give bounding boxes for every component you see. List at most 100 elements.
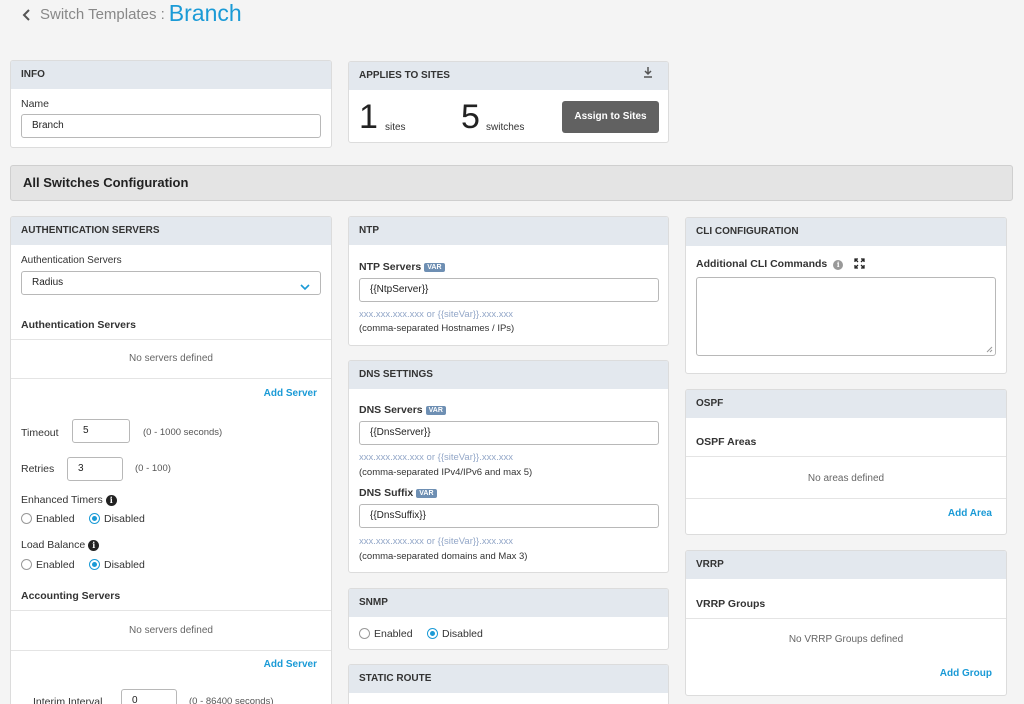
load-balance-enabled-option[interactable]: Enabled bbox=[21, 559, 75, 571]
cli-commands-text: Additional CLI Commands bbox=[696, 258, 828, 270]
enhanced-timers-text: Enhanced Timers bbox=[21, 494, 103, 506]
interim-interval-hint: (0 - 86400 seconds) bbox=[189, 696, 274, 704]
vrrp-panel: VRRP VRRP Groups No VRRP Groups defined … bbox=[685, 550, 1007, 696]
divider bbox=[11, 378, 331, 379]
radio-icon[interactable] bbox=[21, 559, 32, 570]
name-field[interactable]: Branch bbox=[21, 114, 321, 138]
dns-suffix-hint: xxx.xxx.xxx.xxx or {{siteVar}}.xxx.xxx bbox=[359, 536, 513, 547]
resize-handle-icon[interactable] bbox=[986, 346, 993, 353]
enabled-text: Enabled bbox=[36, 559, 75, 571]
chevron-down-icon bbox=[300, 278, 310, 300]
dns-suffix-field[interactable]: {{DnsSuffix}} bbox=[359, 504, 659, 528]
cli-panel-title: CLI CONFIGURATION bbox=[686, 218, 1006, 246]
var-badge: VAR bbox=[416, 489, 437, 498]
dns-suffix-note: (comma-separated domains and Max 3) bbox=[359, 551, 528, 562]
accounting-servers-heading: Accounting Servers bbox=[21, 590, 121, 602]
applies-panel-title: APPLIES TO SITES bbox=[349, 62, 668, 90]
applies-title-text: APPLIES TO SITES bbox=[359, 70, 450, 81]
dns-servers-text: DNS Servers bbox=[359, 404, 423, 416]
disabled-text: Disabled bbox=[442, 628, 483, 640]
name-label: Name bbox=[21, 98, 50, 110]
cli-commands-textarea[interactable] bbox=[696, 277, 996, 356]
expand-icon[interactable] bbox=[854, 258, 865, 272]
interim-interval-label: Interim Interval bbox=[33, 696, 103, 704]
snmp-panel: SNMP Enabled Disabled bbox=[348, 588, 669, 650]
add-accounting-server-link[interactable]: Add Server bbox=[264, 659, 317, 670]
ntp-servers-label: NTP Servers VAR bbox=[359, 261, 445, 273]
divider bbox=[11, 610, 331, 611]
switches-label: switches bbox=[486, 122, 525, 133]
sites-label: sites bbox=[385, 122, 406, 133]
ntp-servers-field[interactable]: {{NtpServer}} bbox=[359, 278, 659, 302]
ntp-note: (comma-separated Hostnames / IPs) bbox=[359, 323, 515, 334]
timeout-hint: (0 - 1000 seconds) bbox=[143, 427, 223, 438]
page-title: Branch bbox=[168, 0, 242, 26]
radio-selected-icon[interactable] bbox=[89, 513, 100, 524]
enabled-text: Enabled bbox=[374, 628, 413, 640]
ospf-panel: OSPF OSPF Areas No areas defined Add Are… bbox=[685, 389, 1007, 535]
enhanced-timers-disabled-option[interactable]: Disabled bbox=[89, 513, 145, 525]
chevron-left-icon[interactable] bbox=[22, 8, 32, 26]
vrrp-groups-heading: VRRP Groups bbox=[696, 598, 766, 610]
var-badge: VAR bbox=[425, 406, 446, 415]
auth-servers-heading: Authentication Servers bbox=[21, 319, 136, 331]
enabled-text: Enabled bbox=[36, 513, 75, 525]
divider bbox=[686, 618, 1006, 619]
dns-suffix-text: DNS Suffix bbox=[359, 487, 414, 499]
download-icon[interactable] bbox=[643, 62, 653, 90]
dns-servers-label: DNS Servers VAR bbox=[359, 404, 446, 416]
ospf-areas-heading: OSPF Areas bbox=[696, 436, 757, 448]
divider bbox=[11, 339, 331, 340]
radio-selected-icon[interactable] bbox=[427, 628, 438, 639]
divider bbox=[11, 650, 331, 651]
enhanced-timers-enabled-option[interactable]: Enabled bbox=[21, 513, 75, 525]
retries-label: Retries bbox=[21, 463, 55, 475]
add-group-link[interactable]: Add Group bbox=[940, 668, 992, 679]
interim-interval-field[interactable]: 0 bbox=[121, 689, 177, 704]
switches-count: 5 bbox=[461, 98, 480, 136]
no-servers-text: No servers defined bbox=[129, 353, 213, 364]
vrrp-panel-title: VRRP bbox=[686, 551, 1006, 579]
var-badge: VAR bbox=[424, 263, 445, 272]
ospf-panel-title: OSPF bbox=[686, 390, 1006, 418]
timeout-label: Timeout bbox=[21, 427, 59, 439]
load-balance-disabled-option[interactable]: Disabled bbox=[89, 559, 145, 571]
retries-field[interactable]: 3 bbox=[67, 457, 123, 481]
radio-icon[interactable] bbox=[359, 628, 370, 639]
no-areas-text: No areas defined bbox=[807, 473, 885, 484]
static-route-panel-title: STATIC ROUTE bbox=[349, 665, 668, 693]
auth-type-select[interactable]: Radius bbox=[21, 271, 321, 295]
all-switches-configuration-header: All Switches Configuration bbox=[10, 165, 1013, 201]
info-icon[interactable]: i bbox=[833, 260, 844, 270]
radio-selected-icon[interactable] bbox=[89, 559, 100, 570]
info-icon[interactable]: i bbox=[88, 540, 100, 551]
ntp-panel-title: NTP bbox=[349, 217, 668, 245]
assign-to-sites-button[interactable]: Assign to Sites bbox=[562, 101, 659, 133]
disabled-text: Disabled bbox=[104, 559, 145, 571]
applies-to-sites-panel: APPLIES TO SITES 1 sites 5 switches Assi… bbox=[348, 61, 669, 143]
retries-hint: (0 - 100) bbox=[135, 463, 171, 474]
disabled-text: Disabled bbox=[104, 513, 145, 525]
cli-configuration-panel: CLI CONFIGURATION Additional CLI Command… bbox=[685, 217, 1007, 374]
load-balance-label: Load Balance i bbox=[21, 539, 100, 551]
ntp-hint: xxx.xxx.xxx.xxx or {{siteVar}}.xxx.xxx bbox=[359, 309, 513, 320]
radio-icon[interactable] bbox=[21, 513, 32, 524]
breadcrumb[interactable]: Switch Templates : bbox=[40, 6, 165, 23]
dns-panel-title: DNS SETTINGS bbox=[349, 361, 668, 389]
timeout-field[interactable]: 5 bbox=[72, 419, 130, 443]
info-icon[interactable]: i bbox=[105, 495, 117, 506]
dns-servers-field[interactable]: {{DnsServer}} bbox=[359, 421, 659, 445]
acc-no-servers-text: No servers defined bbox=[129, 625, 213, 636]
no-vrrp-groups-text: No VRRP Groups defined bbox=[788, 634, 904, 645]
ntp-panel: NTP NTP Servers VAR {{NtpServer}} xxx.xxx… bbox=[348, 216, 669, 346]
snmp-disabled-option[interactable]: Disabled bbox=[427, 628, 483, 640]
ntp-servers-text: NTP Servers bbox=[359, 261, 422, 273]
add-auth-server-link[interactable]: Add Server bbox=[264, 388, 317, 399]
auth-type-value: Radius bbox=[32, 277, 64, 288]
divider bbox=[686, 498, 1006, 499]
cli-commands-label: Additional CLI Commands i bbox=[696, 258, 865, 272]
add-area-link[interactable]: Add Area bbox=[948, 508, 992, 519]
dns-settings-panel: DNS SETTINGS DNS Servers VAR {{DnsServer}… bbox=[348, 360, 669, 573]
snmp-enabled-option[interactable]: Enabled bbox=[359, 628, 413, 640]
dns-servers-note: (comma-separated IPv4/IPv6 and max 5) bbox=[359, 467, 533, 478]
